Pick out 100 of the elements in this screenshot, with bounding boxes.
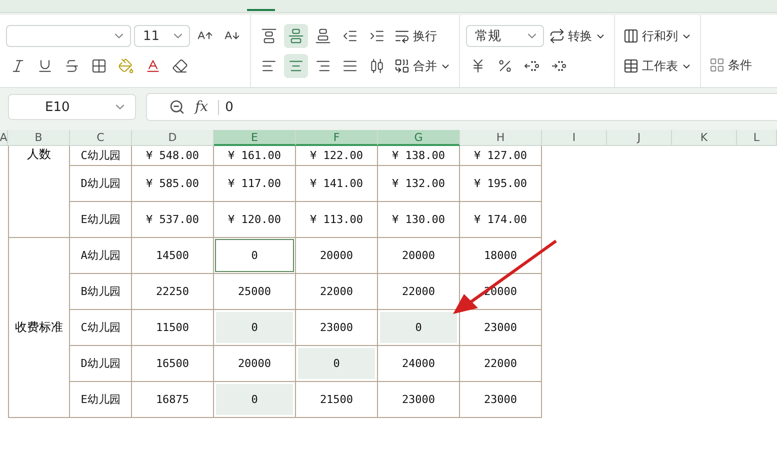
table-cell-text: 14500 (154, 248, 190, 264)
table-cell-text: ¥ 122.00 (309, 148, 364, 164)
align-top-icon (261, 28, 277, 44)
table-cell-text: ¥ 127.00 (473, 148, 528, 164)
eraser-icon (172, 58, 188, 74)
table-cell-text: ¥ 195.00 (473, 176, 528, 192)
align-distribute-icon (369, 58, 385, 74)
convert-icon (549, 28, 565, 44)
merge-button[interactable]: 合并 (392, 54, 453, 78)
align-middle-button[interactable] (284, 24, 308, 48)
font-size-field[interactable]: 11 (134, 25, 190, 47)
column-header[interactable]: C (70, 130, 132, 146)
table-cell-text: 24000 (400, 356, 436, 372)
table-cell-text: 23000 (482, 392, 518, 408)
table-cell-text: 11500 (154, 320, 190, 336)
table-cell-text: ¥ 585.00 (145, 176, 200, 192)
table-cell-text: ¥ 537.00 (145, 212, 200, 228)
align-left-icon (261, 58, 277, 74)
table-cell-text: 25000 (236, 284, 272, 300)
conditional-format-button[interactable]: 条件 (707, 53, 754, 77)
align-indent-icon (369, 28, 385, 44)
decimal-right-icon[interactable] (551, 58, 567, 74)
percent-icon (497, 58, 513, 74)
column-header[interactable]: G (378, 130, 460, 146)
convert-button[interactable]: 转换 (547, 24, 608, 48)
table-cell-text: 21500 (318, 392, 354, 408)
grid-icon (709, 57, 725, 73)
column-header[interactable]: L (737, 130, 777, 146)
table-cell-text: ¥ 138.00 (391, 148, 446, 164)
wrap-text-icon (394, 28, 410, 44)
column-header[interactable]: A (0, 130, 8, 146)
table-cell: B幼儿园 (70, 274, 132, 310)
table-cell-text: 20000 (318, 248, 354, 264)
table-cell-text: 23000 (400, 392, 436, 408)
column-header[interactable]: K (672, 130, 737, 146)
table-cell-text: ¥ 132.00 (391, 176, 446, 192)
strikethrough-icon (64, 58, 80, 74)
table-cell-text: 22000 (318, 284, 354, 300)
table-cell: E幼儿园 (70, 382, 132, 418)
table-cell-text: 20000 (236, 356, 272, 372)
font-name-field[interactable] (6, 25, 131, 47)
table-cell: 0 (216, 312, 293, 343)
table-cell-text: ¥ 117.00 (227, 176, 282, 192)
table-cell-text: 23000 (318, 320, 354, 336)
table-cell-text: ¥ 120.00 (227, 212, 282, 228)
font-color-icon (145, 58, 161, 74)
column-header[interactable]: I (542, 130, 607, 146)
table-cell: C幼儿园 (70, 146, 132, 166)
table-cell-text: 18000 (482, 248, 518, 264)
column-header[interactable]: B (8, 130, 70, 146)
number-format-dropdown[interactable]: 常规 (466, 25, 544, 47)
column-header[interactable]: E (214, 130, 296, 146)
table-cell: 0 (216, 384, 293, 415)
name-box[interactable]: E10 (8, 94, 136, 120)
italic-icon (10, 58, 26, 74)
columns-icon (623, 28, 639, 44)
align-bottom-icon (315, 28, 331, 44)
table-cell-text: ¥ 174.00 (473, 212, 528, 228)
table-cell-text: ¥ 130.00 (391, 212, 446, 228)
worksheet-button[interactable]: 工作表 (621, 54, 694, 78)
table-cell-text: 16875 (154, 392, 190, 408)
align-center-icon (288, 58, 304, 74)
rows-columns-button[interactable]: 行和列 (621, 24, 694, 48)
merge-icon (394, 58, 410, 74)
table-cell: 0 (380, 312, 457, 343)
grid-icon (91, 58, 107, 74)
decimal-left-icon[interactable] (524, 58, 540, 74)
table-cell-text: ¥ 113.00 (309, 212, 364, 228)
table-cell-text: 16500 (154, 356, 190, 372)
zoom-out-icon[interactable] (169, 99, 185, 115)
table-cell-text: 22000 (482, 356, 518, 372)
table-cell: A幼儿园 (70, 238, 132, 274)
table-cell: C幼儿园 (70, 310, 132, 346)
paint-bucket-icon (118, 58, 134, 74)
align-center-button[interactable] (284, 54, 308, 78)
table-cell: E幼儿园 (70, 202, 132, 238)
table-cell: D幼儿园 (70, 166, 132, 202)
column-header[interactable]: D (132, 130, 214, 146)
wrap-text-button[interactable]: 换行 (392, 24, 439, 48)
formula-field[interactable]: fx 0 (146, 93, 777, 121)
column-header[interactable]: F (296, 130, 378, 146)
table-cell-text: ¥ 548.00 (145, 148, 200, 164)
selected-cell: 0 (216, 240, 293, 271)
align-outdent-icon (342, 28, 358, 44)
table-cell-text: ¥ 161.00 (227, 148, 282, 164)
table-cell-text: 22000 (400, 284, 436, 300)
align-justify-icon (342, 58, 358, 74)
table-cell-text: 20000 (400, 248, 436, 264)
underline-icon (37, 58, 53, 74)
table-cell-text: ¥ 141.00 (309, 176, 364, 192)
column-header[interactable]: H (460, 130, 542, 146)
table-cell-text: 23000 (482, 320, 518, 336)
column-header[interactable]: J (607, 130, 672, 146)
active-tab-indicator (247, 9, 275, 11)
table-cell: 0 (298, 348, 375, 379)
align-right-icon (315, 58, 331, 74)
table-cell: D幼儿园 (70, 346, 132, 382)
table-icon (623, 58, 639, 74)
align-middle-icon (288, 28, 304, 44)
table-cell-text: 22250 (154, 284, 190, 300)
